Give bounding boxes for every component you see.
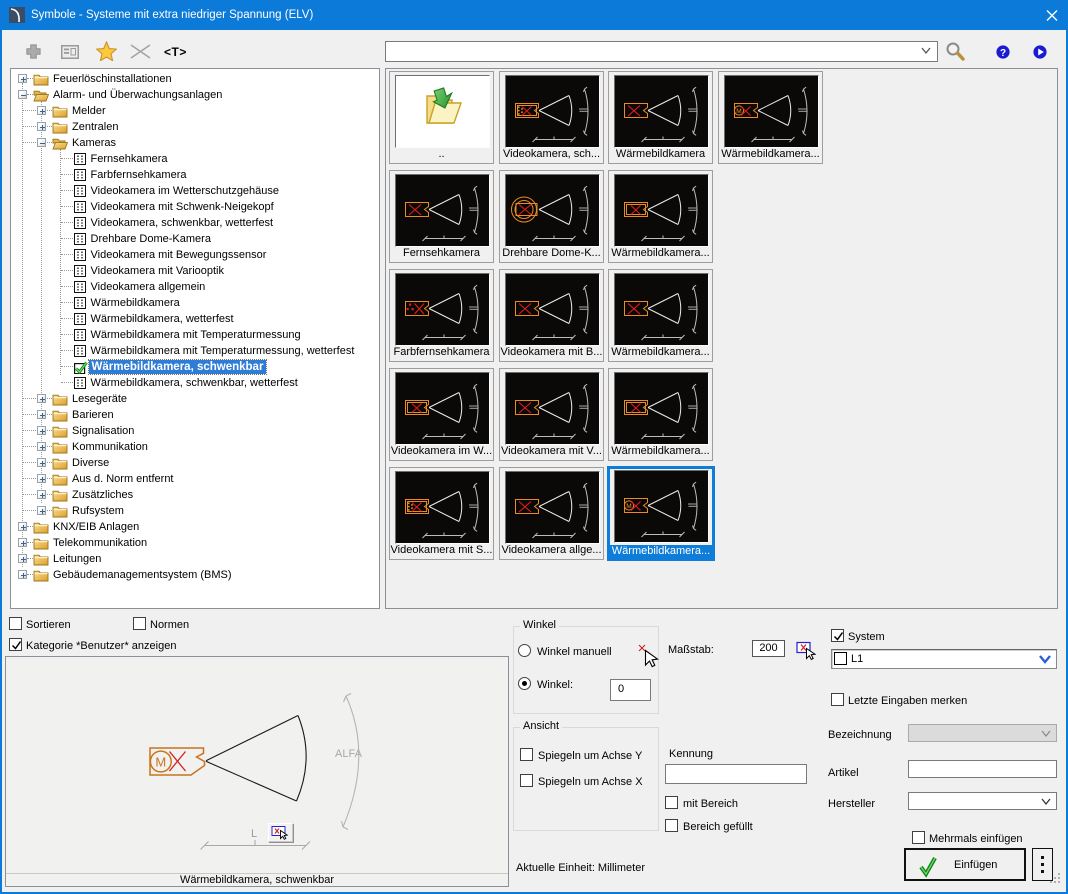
svg-text:?: ? [1000,48,1006,59]
svg-text:M: M [736,108,741,115]
svg-text:L: L [251,828,257,840]
svg-text:ALFA: ALFA [335,748,363,760]
svg-text:M: M [155,755,166,770]
svg-text:M: M [626,503,631,510]
